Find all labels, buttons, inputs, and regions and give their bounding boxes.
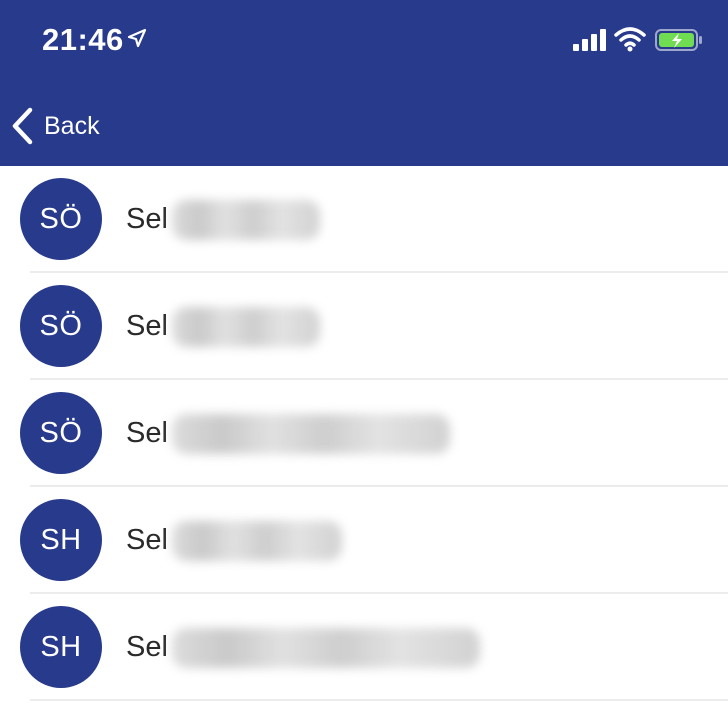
signal-bars-icon — [573, 29, 606, 51]
wifi-icon — [614, 27, 646, 52]
back-button[interactable]: Back — [10, 106, 100, 146]
contact-name: Sel — [126, 166, 320, 273]
contact-name: Sel — [126, 487, 342, 594]
location-arrow-icon — [127, 28, 147, 48]
list-item[interactable]: SH Sel — [0, 487, 728, 594]
battery-charging-icon — [655, 29, 702, 51]
redacted-text — [171, 199, 320, 240]
contact-name-visible: Sel — [126, 631, 168, 663]
avatar: SH — [20, 606, 102, 688]
status-bar: 21:46 — [0, 0, 728, 80]
avatar: SÖ — [20, 178, 102, 260]
list-item[interactable]: SÖ Sel — [0, 166, 728, 273]
back-label: Back — [44, 111, 100, 140]
status-time: 21:46 — [42, 22, 124, 57]
redacted-text — [171, 306, 320, 347]
contact-name: Sel — [126, 273, 320, 380]
navigation-bar: Back — [0, 90, 728, 160]
chevron-left-icon — [12, 107, 33, 145]
contact-name-visible: Sel — [126, 203, 168, 235]
list-item[interactable]: SÖ Sel — [0, 380, 728, 487]
contact-name: Sel — [126, 594, 480, 701]
avatar: SÖ — [20, 285, 102, 367]
contact-list: SÖ Sel SÖ Sel SÖ Sel SH Sel SH Sel — [0, 166, 728, 701]
contact-name-visible: Sel — [126, 417, 168, 449]
contact-name-visible: Sel — [126, 310, 168, 342]
list-item[interactable]: SÖ Sel — [0, 273, 728, 380]
contact-name-visible: Sel — [126, 524, 168, 556]
redacted-text — [171, 413, 450, 454]
avatar: SH — [20, 499, 102, 581]
list-item[interactable]: SH Sel — [0, 594, 728, 701]
redacted-text — [171, 520, 342, 561]
redacted-text — [171, 627, 480, 668]
avatar: SÖ — [20, 392, 102, 474]
app-header: 21:46 Back — [0, 0, 728, 166]
app-screen: 21:46 Back SÖ Sel SÖ Sel SÖ Sel SH Sel S… — [0, 0, 728, 717]
contact-name: Sel — [126, 380, 450, 487]
